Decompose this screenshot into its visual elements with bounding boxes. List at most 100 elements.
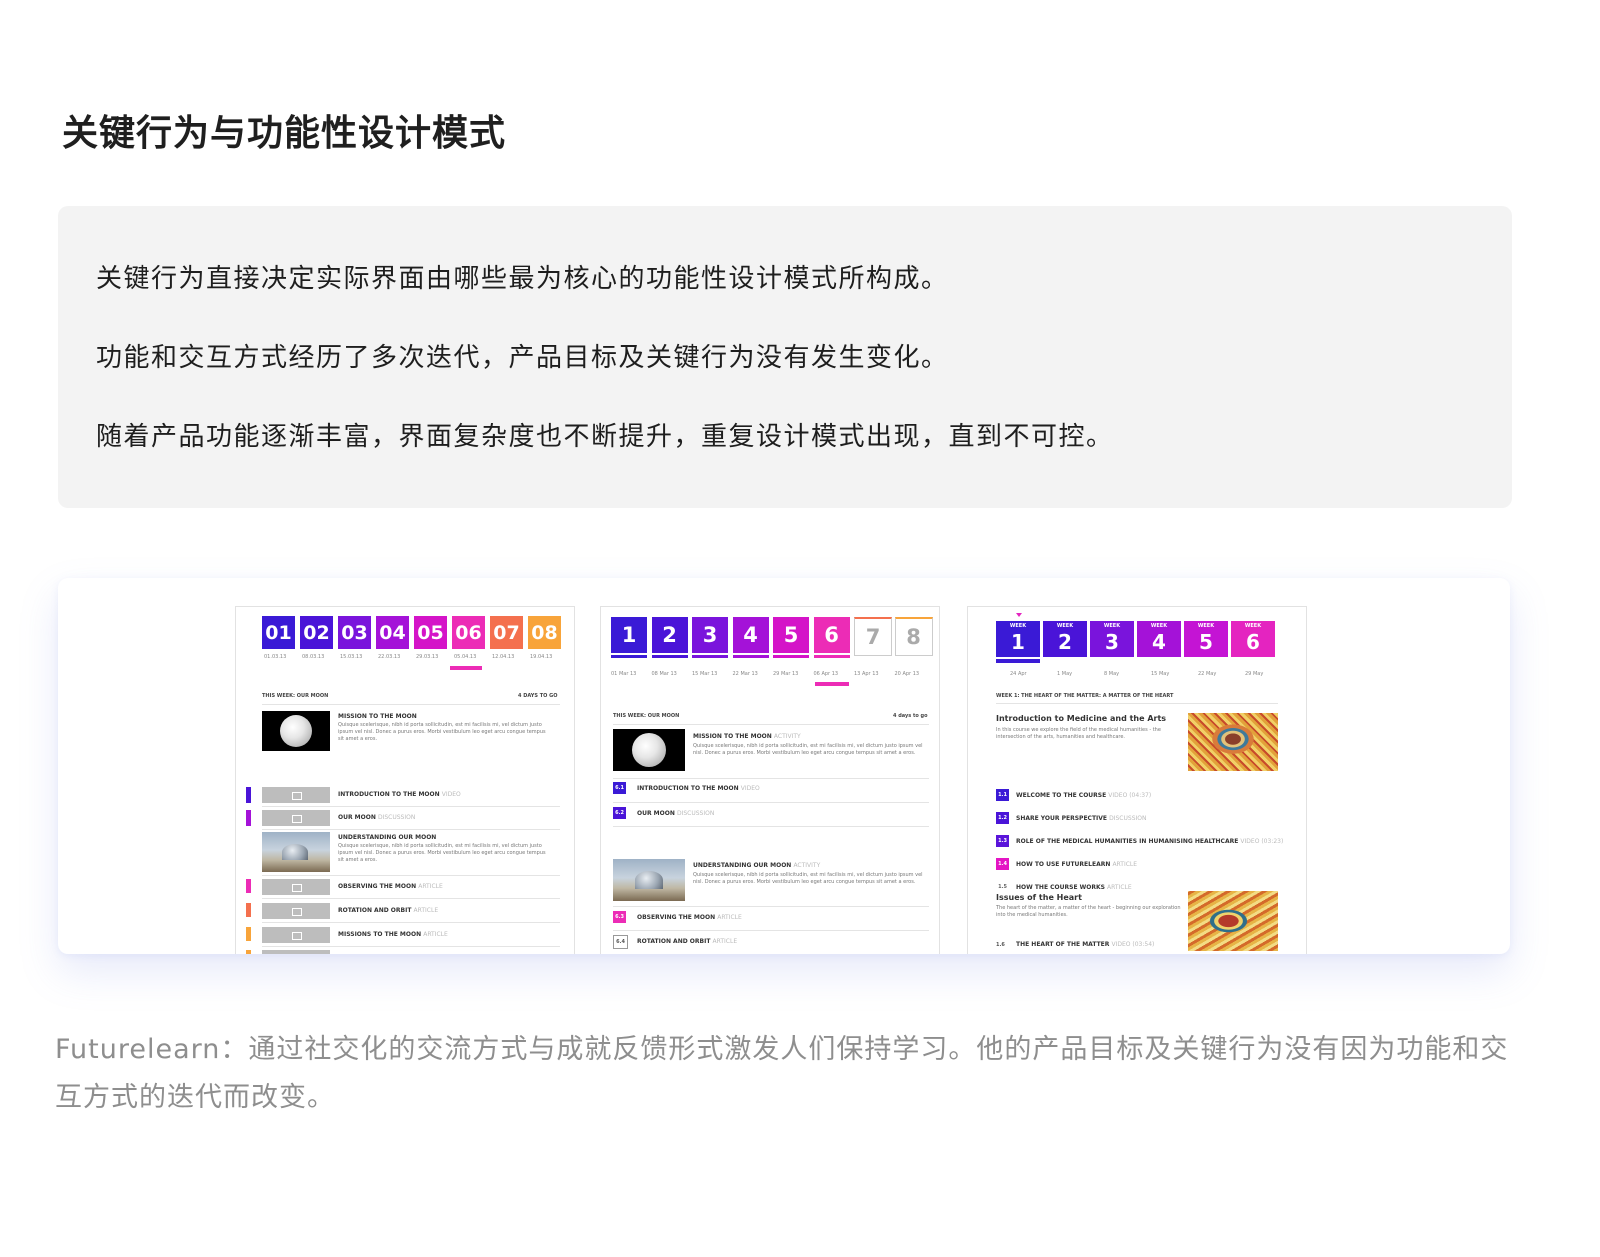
step-number-badge: 1.5: [996, 881, 1009, 893]
activity-description: Quisque scelerisque, nibh id porta solli…: [693, 872, 923, 885]
step-row[interactable]: MISSIONS TO THE MOON ARTICLE: [338, 931, 448, 938]
divider: [262, 946, 560, 947]
step-row[interactable]: INTRODUCTION TO THE MOON VIDEO: [338, 791, 461, 798]
step-row[interactable]: HOW TO USE FUTURELEARN ARTICLE: [1016, 861, 1137, 868]
discussion-thumbnail[interactable]: [262, 810, 330, 826]
week-number-button[interactable]: WEEK 2: [1043, 621, 1087, 657]
week-number-button[interactable]: 2: [651, 617, 688, 653]
step-row[interactable]: HOW THE COURSE WORKS ARTICLE: [1016, 884, 1132, 891]
week-date: 05.04.13: [454, 654, 477, 660]
step-row[interactable]: WELCOME TO THE COURSE VIDEO (04:37): [1016, 792, 1151, 799]
week-date: 20 Apr 13: [894, 671, 920, 677]
week-date: 15.03.13: [340, 654, 363, 660]
week-date: 22 Mar 13: [732, 671, 758, 677]
week-number-button[interactable]: 7: [854, 617, 892, 656]
article-thumbnail[interactable]: [262, 879, 330, 895]
week-number-button[interactable]: 01: [262, 616, 295, 649]
current-week-indicator: [996, 659, 1040, 663]
week-date: 08 Mar 13: [651, 671, 677, 677]
week-number-button[interactable]: 3: [692, 617, 728, 653]
step-accent: [246, 927, 251, 941]
divider: [613, 930, 929, 931]
heart-artwork-image[interactable]: [1188, 891, 1278, 951]
week-date: 13 Apr 13: [854, 671, 879, 677]
moon-thumbnail[interactable]: [262, 711, 330, 751]
step-row[interactable]: ROLE OF THE MEDICAL HUMANITIES IN HUMANI…: [1016, 838, 1283, 845]
week-number-button[interactable]: 06: [452, 616, 485, 649]
divider: [262, 875, 560, 876]
heart-artwork-image[interactable]: [1188, 713, 1278, 771]
week-number: 4: [1152, 630, 1166, 654]
week-number: 1: [1011, 630, 1025, 654]
week-number-button[interactable]: WEEK 3: [1090, 621, 1134, 657]
week-underline: [651, 655, 688, 658]
step-row[interactable]: INTRODUCTION TO THE MOON VIDEO: [637, 785, 760, 792]
week-number-button[interactable]: 5: [773, 617, 809, 653]
article-thumbnail[interactable]: [262, 950, 330, 954]
step-row[interactable]: THE HEART OF THE MATTER VIDEO (03:54): [1016, 941, 1154, 948]
week-number-button[interactable]: 02: [300, 616, 333, 649]
divider: [613, 906, 929, 907]
week-number-button[interactable]: WEEK 5: [1184, 621, 1228, 657]
step-row[interactable]: ROTATION AND ORBIT ARTICLE: [338, 907, 438, 914]
step-row[interactable]: OBSERVING THE MOON ARTICLE: [338, 883, 443, 890]
step-row[interactable]: OBSERVING THE MOON ARTICLE: [637, 914, 742, 921]
week-date: 12.04.13: [492, 654, 515, 660]
step-accent: [246, 903, 251, 917]
step-row[interactable]: ROTATION AND ORBIT ARTICLE: [637, 938, 737, 945]
step-number-badge: 1.1: [996, 789, 1009, 801]
week-number-button[interactable]: 1: [611, 617, 647, 653]
step-row[interactable]: OUR MOON DISCUSSION: [637, 810, 714, 817]
week-number-button[interactable]: 8: [894, 617, 933, 656]
week-number-button[interactable]: WEEK 1: [996, 621, 1040, 657]
step-number-badge: 1.2: [996, 812, 1009, 824]
quote-line-2: 功能和交互方式经历了多次迭代，产品目标及关键行为没有发生变化。: [96, 343, 949, 373]
step-number-badge: 6.4: [613, 935, 628, 949]
week-date: 01.03.13: [264, 654, 287, 660]
activity-title[interactable]: MISSION TO THE MOON ACTIVITY: [693, 733, 801, 740]
activity-title[interactable]: MISSION TO THE MOON: [338, 713, 417, 720]
week-date: 08.03.13: [302, 654, 325, 660]
week-number-button[interactable]: 6: [813, 617, 850, 653]
quote-line-1: 关键行为直接决定实际界面由哪些最为核心的功能性设计模式所构成。: [96, 264, 949, 294]
week-date: 15 May: [1151, 671, 1170, 677]
activity-title[interactable]: Issues of the Heart: [996, 893, 1082, 902]
futurelearn-version-2-panel: 1 01 Mar 13 2 08 Mar 13 3 15 Mar 13 4 22 Mar 13…: [600, 606, 940, 954]
week-underline: [611, 655, 647, 658]
divider: [262, 829, 560, 830]
step-row[interactable]: OUR MOON DISCUSSION: [338, 814, 415, 821]
current-week-indicator: [815, 682, 849, 686]
divider: [262, 704, 560, 705]
week-number: 6: [1246, 630, 1260, 654]
article-thumbnail[interactable]: [262, 927, 330, 943]
activity-title[interactable]: UNDERSTANDING OUR MOON ACTIVITY: [693, 862, 820, 869]
week-number-button[interactable]: 07: [490, 616, 523, 649]
video-thumbnail[interactable]: [262, 787, 330, 803]
step-row[interactable]: SHARE YOUR PERSPECTIVE DISCUSSION: [1016, 815, 1147, 822]
activity-title[interactable]: Introduction to Medicine and the Arts: [996, 714, 1166, 723]
step-number-badge: 1.3: [996, 835, 1009, 847]
week-number-button[interactable]: 05: [414, 616, 447, 649]
week-word: WEEK: [1150, 623, 1168, 629]
week-number-button[interactable]: WEEK 6: [1231, 621, 1275, 657]
divider: [262, 898, 560, 899]
week-number-button[interactable]: WEEK 4: [1137, 621, 1181, 657]
week-number-button[interactable]: 03: [338, 616, 371, 649]
futurelearn-screenshots-figure: 01 01.03.13 02 08.03.13 03 15.03.13 04 22.03.13…: [58, 578, 1510, 954]
moon-thumbnail[interactable]: [613, 729, 685, 771]
observatory-thumbnail[interactable]: [262, 832, 330, 872]
week-label: THIS WEEK: OUR MOON: [262, 693, 329, 699]
activity-description: The heart of the matter, a matter of the…: [996, 905, 1181, 918]
week-date: 22.03.13: [378, 654, 401, 660]
week-date: 06 Apr 13: [813, 671, 839, 677]
days-left: 4 DAYS TO GO: [518, 693, 558, 699]
week-date: 29.03.13: [416, 654, 439, 660]
week-number-button[interactable]: 08: [528, 616, 561, 649]
article-thumbnail[interactable]: [262, 903, 330, 919]
week-word: WEEK: [1197, 623, 1215, 629]
activity-title[interactable]: UNDERSTANDING OUR MOON: [338, 834, 436, 841]
week-number-button[interactable]: 04: [376, 616, 409, 649]
step-accent: [246, 810, 251, 826]
observatory-thumbnail[interactable]: [613, 859, 685, 901]
week-number-button[interactable]: 4: [732, 617, 769, 653]
